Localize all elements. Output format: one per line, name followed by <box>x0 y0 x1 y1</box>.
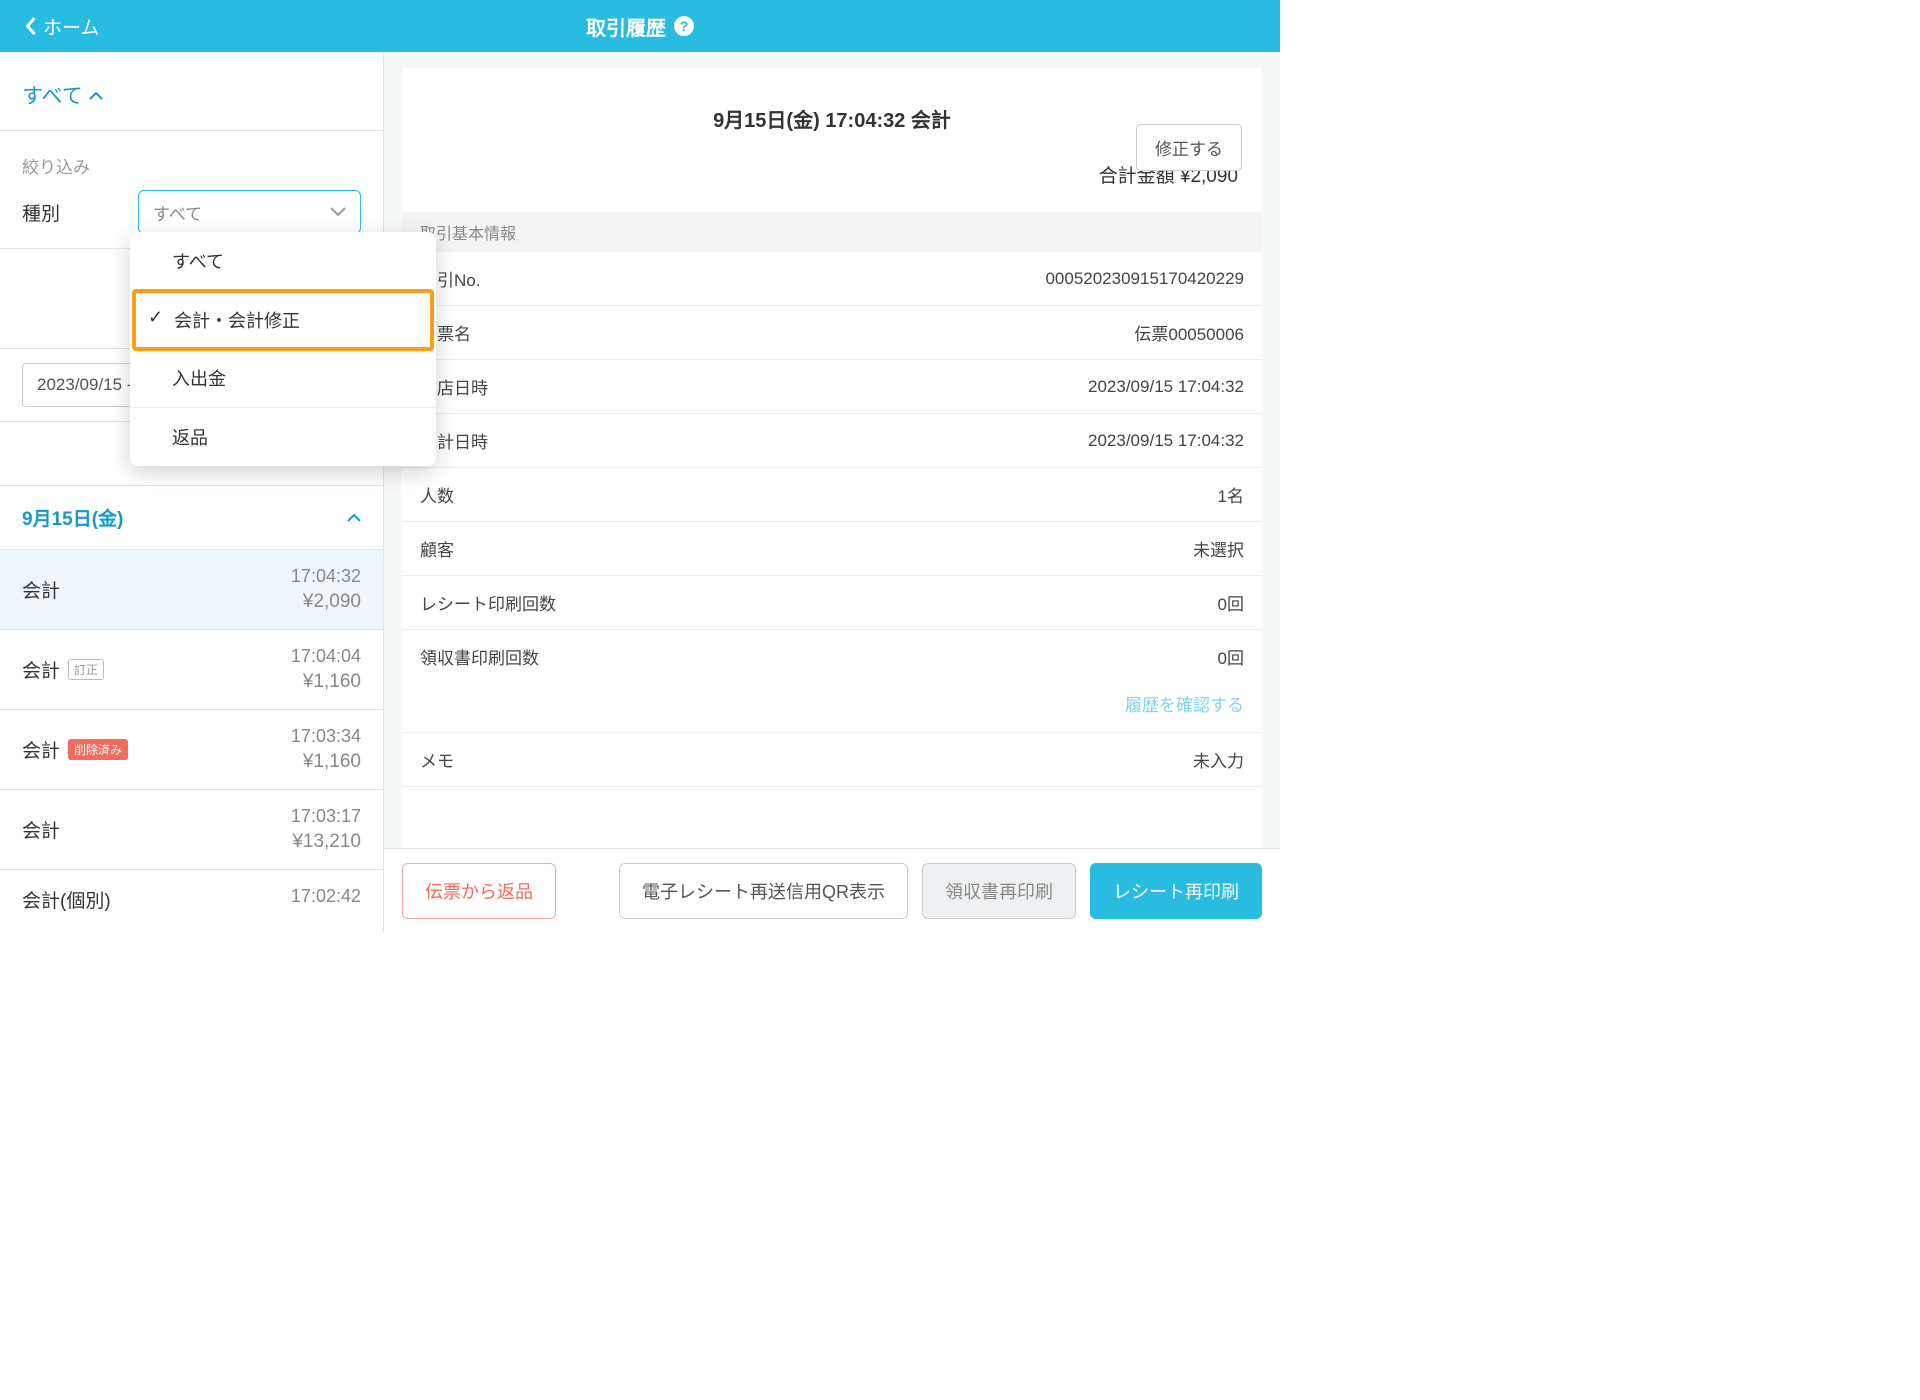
row-key: レシート印刷回数 <box>420 590 556 615</box>
row-value: 0回 <box>1218 590 1244 615</box>
filter-heading: 絞り込み <box>22 153 361 178</box>
history-link-wrap: 履歴を確認する <box>402 683 1262 732</box>
topbar: ホーム 取引履歴 ? <box>0 0 1280 52</box>
dropdown-option-return[interactable]: 返品 <box>130 408 436 466</box>
transaction-item[interactable]: 会計削除済み 17:03:34 ¥1,160 <box>0 710 383 790</box>
dropdown-option-all[interactable]: すべて <box>130 232 436 291</box>
filter-all-toggle[interactable]: すべて <box>0 52 383 131</box>
row-receipt-count: レシート印刷回数 0回 <box>402 576 1262 630</box>
detail-header: 9月15日(金) 17:04:32 会計 修正する <box>402 68 1262 151</box>
date-group-label: 9月15日(金) <box>22 504 123 531</box>
receipt-reprint-button[interactable]: レシート再印刷 <box>1090 863 1262 919</box>
tx-amount: ¥1,160 <box>291 751 361 773</box>
type-dropdown: すべて 会計・会計修正 入出金 返品 <box>130 232 436 466</box>
help-icon[interactable]: ? <box>674 16 694 36</box>
row-value: 00052023091517042022​9 <box>1045 269 1244 289</box>
content-area: 9月15日(金) 17:04:32 会計 修正する 合計金額 ¥2,090 取引… <box>384 52 1280 933</box>
row-value: 伝票00050006 <box>1134 320 1244 345</box>
type-selected-value: すべて <box>153 200 202 225</box>
history-link[interactable]: 履歴を確認する <box>1125 696 1244 715</box>
chevron-up-icon <box>347 513 361 522</box>
dropdown-option-label: 会計・会計修正 <box>174 311 300 331</box>
edited-badge: 訂正 <box>68 659 104 680</box>
chevron-up-icon <box>89 91 103 100</box>
sidebar: すべて 絞り込み 種別 すべて 2023/09/15 - ＋ 新規伝票を追加 <box>0 52 384 933</box>
tx-amount: ¥13,210 <box>291 831 361 853</box>
tx-time: 17:04:32 <box>291 566 361 587</box>
row-value: 0回 <box>1218 644 1244 669</box>
total-amount: 合計金額 ¥2,090 <box>402 151 1262 212</box>
tx-label: 会計 <box>22 736 60 763</box>
detail-title: 9月15日(金) 17:04:32 会計 <box>422 104 1242 133</box>
dropdown-option-label: 返品 <box>172 428 208 448</box>
row-value: 2023/09/15 17:04:32 <box>1088 377 1244 397</box>
transaction-item[interactable]: 会計 17:03:17 ¥13,210 <box>0 790 383 870</box>
date-range-value: 2023/09/15 - <box>37 375 132 395</box>
type-label: 種別 <box>22 199 138 226</box>
row-visit: 来店日時2023/09/15 17:04:32 <box>402 360 1262 414</box>
row-customer: 顧客 未選択 <box>402 522 1262 576</box>
row-value: 1名 <box>1218 482 1244 507</box>
page-title-wrap: 取引履歴 ? <box>586 12 694 41</box>
dropdown-option-kaikei[interactable]: 会計・会計修正 <box>132 289 434 351</box>
page-title: 取引履歴 <box>586 12 666 41</box>
tx-label: 会計 <box>22 656 60 683</box>
footer-bar: 伝票から返品 電子レシート再送信用QR表示 領収書再印刷 レシート再印刷 <box>384 848 1280 933</box>
row-value: 2023/09/15 17:04:32 <box>1088 431 1244 451</box>
tx-time: 17:03:17 <box>291 806 361 827</box>
row-txno: 取引No.00052023091517042022​9 <box>402 252 1262 306</box>
row-people: 人数 1名 <box>402 468 1262 522</box>
edit-button[interactable]: 修正する <box>1136 124 1242 171</box>
tx-label: 会計(個別) <box>22 886 111 913</box>
chevron-down-icon <box>330 207 346 217</box>
tx-label: 会計 <box>22 816 60 843</box>
transaction-item[interactable]: 会計 17:04:32 ¥2,090 <box>0 550 383 630</box>
row-value: 未選択 <box>1193 536 1244 561</box>
tx-time: 17:04:04 <box>291 646 361 667</box>
row-key: メモ <box>420 747 454 772</box>
filter-all-label: すべて <box>22 80 83 110</box>
row-slip: 伝票名伝票00050006 <box>402 306 1262 360</box>
row-key: 人数 <box>420 482 454 507</box>
type-select[interactable]: すべて <box>138 190 361 234</box>
chevron-left-icon <box>24 16 37 36</box>
row-value: 未入力 <box>1193 747 1244 772</box>
row-pay: 会計日時2023/09/15 17:04:32 <box>402 414 1262 468</box>
tx-label: 会計 <box>22 576 60 603</box>
date-group-header[interactable]: 9月15日(金) <box>0 486 383 550</box>
tx-time: 17:02:42 <box>291 886 361 907</box>
back-label: ホーム <box>43 13 99 40</box>
dropdown-option-label: 入出金 <box>172 369 226 389</box>
back-button[interactable]: ホーム <box>0 13 99 40</box>
row-memo: メモ 未入力 <box>402 732 1262 787</box>
row-key: 顧客 <box>420 536 454 561</box>
ryoshu-reprint-button[interactable]: 領収書再印刷 <box>922 863 1076 919</box>
transaction-item[interactable]: 会計訂正 17:04:04 ¥1,160 <box>0 630 383 710</box>
tx-amount: ¥2,090 <box>291 591 361 613</box>
detail-panel: 9月15日(金) 17:04:32 会計 修正する 合計金額 ¥2,090 取引… <box>402 68 1262 848</box>
qr-resend-button[interactable]: 電子レシート再送信用QR表示 <box>619 863 908 919</box>
return-from-slip-button[interactable]: 伝票から返品 <box>402 863 556 919</box>
deleted-badge: 削除済み <box>68 739 128 760</box>
dropdown-option-label: すべて <box>172 252 224 272</box>
tx-amount: ¥1,160 <box>291 671 361 693</box>
row-ryoshu-count: 領収書印刷回数 0回 <box>402 630 1262 683</box>
tx-time: 17:03:34 <box>291 726 361 747</box>
section-basic-title: 取引基本情報 <box>402 212 1262 252</box>
dropdown-option-cash[interactable]: 入出金 <box>130 349 436 408</box>
row-key: 領収書印刷回数 <box>420 644 539 669</box>
transaction-item[interactable]: 会計(個別) 17:02:42 <box>0 870 383 929</box>
